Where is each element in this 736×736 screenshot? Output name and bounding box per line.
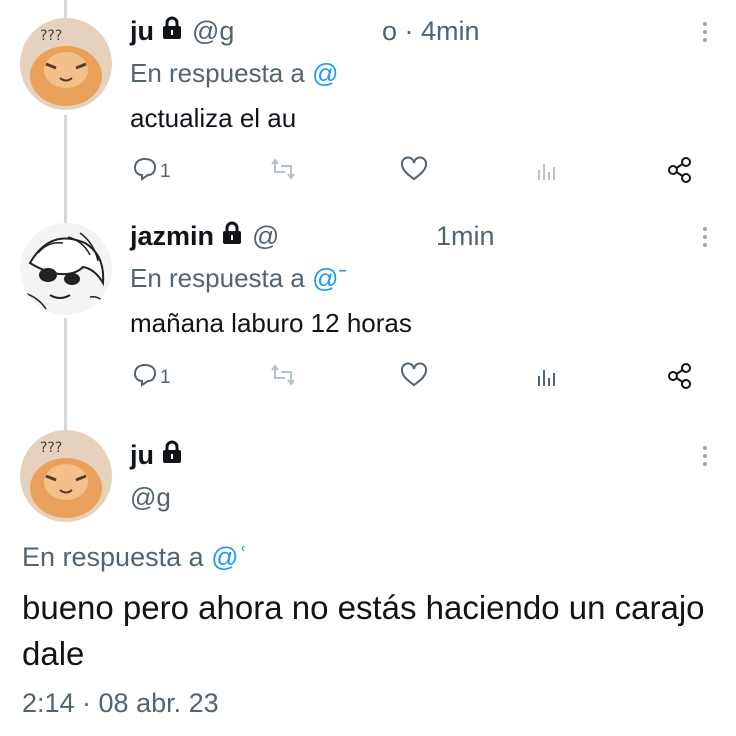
tweet-time[interactable]: o · 4min bbox=[382, 16, 480, 47]
reply-context: En respuesta a @ʿ bbox=[22, 542, 248, 573]
more-options-icon[interactable] bbox=[702, 227, 708, 247]
reply-icon bbox=[132, 156, 158, 187]
reply-label: En respuesta a bbox=[22, 542, 212, 572]
tweet-header: ju @ɡ bbox=[130, 16, 234, 47]
handle[interactable]: @ɡ bbox=[130, 482, 171, 513]
lock-icon bbox=[222, 221, 242, 252]
display-name[interactable]: ju bbox=[130, 440, 154, 471]
lock-icon bbox=[162, 16, 182, 47]
views-button[interactable] bbox=[535, 362, 561, 393]
analytics-icon bbox=[535, 362, 561, 393]
analytics-icon bbox=[535, 156, 561, 187]
reply-count: 1 bbox=[160, 366, 171, 388]
share-icon bbox=[666, 362, 694, 395]
display-name[interactable]: ju bbox=[130, 16, 154, 47]
reply-count: 1 bbox=[160, 160, 171, 182]
more-options-icon[interactable] bbox=[702, 446, 708, 466]
tweet-item[interactable]: ??? ju @ɡ o · 4min En respuesta a @ actu… bbox=[0, 0, 736, 205]
svg-text:???: ??? bbox=[40, 440, 62, 456]
more-options-icon[interactable] bbox=[702, 22, 708, 42]
tweet-actions: 1 bbox=[130, 156, 700, 186]
reply-label: En respuesta a bbox=[130, 58, 313, 88]
lock-icon bbox=[162, 440, 182, 471]
share-button[interactable] bbox=[666, 362, 694, 395]
handle[interactable]: @ bbox=[252, 221, 279, 252]
reply-mention[interactable]: @ˉ bbox=[312, 263, 347, 293]
handle[interactable]: @ɡ bbox=[192, 16, 234, 47]
svg-text:???: ??? bbox=[40, 28, 62, 44]
avatar[interactable] bbox=[20, 223, 112, 315]
tweet-text: actualiza el au bbox=[130, 103, 297, 133]
reply-context: En respuesta a @ˉ bbox=[130, 263, 347, 294]
tweet-time[interactable]: 1min bbox=[436, 221, 495, 252]
tweet-text: bueno pero ahora no estás haciendo un ca… bbox=[22, 589, 705, 672]
tweet-timestamp[interactable]: 2:14 · 08 abr. 23 bbox=[22, 688, 219, 719]
share-button[interactable] bbox=[666, 156, 694, 189]
retweet-button[interactable] bbox=[270, 362, 296, 393]
heart-icon bbox=[400, 156, 428, 187]
heart-icon bbox=[400, 362, 428, 393]
retweet-icon bbox=[270, 362, 296, 393]
reply-label: En respuesta a bbox=[130, 263, 313, 293]
share-icon bbox=[666, 156, 694, 189]
retweet-button[interactable] bbox=[270, 156, 296, 187]
reply-context: En respuesta a @ bbox=[130, 58, 339, 89]
display-name[interactable]: jazmin bbox=[130, 221, 214, 252]
tweet-actions: 1 bbox=[130, 362, 700, 392]
reply-button[interactable]: 1 bbox=[132, 362, 171, 393]
reply-icon bbox=[132, 362, 158, 393]
avatar[interactable]: ??? bbox=[20, 18, 112, 110]
tweet-header: ju bbox=[130, 440, 192, 471]
views-button[interactable] bbox=[535, 156, 561, 187]
like-button[interactable] bbox=[400, 156, 428, 187]
tweet-text: mañana laburo 12 horas bbox=[130, 308, 412, 338]
like-button[interactable] bbox=[400, 362, 428, 393]
reply-button[interactable]: 1 bbox=[132, 156, 171, 187]
reply-mention[interactable]: @ bbox=[312, 58, 338, 88]
reply-mention[interactable]: @ʿ bbox=[211, 542, 247, 572]
focused-tweet: ??? ju @ɡ En respuesta a @ʿ bueno pero a… bbox=[0, 410, 736, 736]
retweet-icon bbox=[270, 156, 296, 187]
tweet-item[interactable]: jazmin @ 1min En respuesta a @ˉ mañana l… bbox=[0, 205, 736, 410]
avatar[interactable]: ??? bbox=[20, 430, 112, 522]
tweet-header: jazmin @ bbox=[130, 221, 279, 252]
